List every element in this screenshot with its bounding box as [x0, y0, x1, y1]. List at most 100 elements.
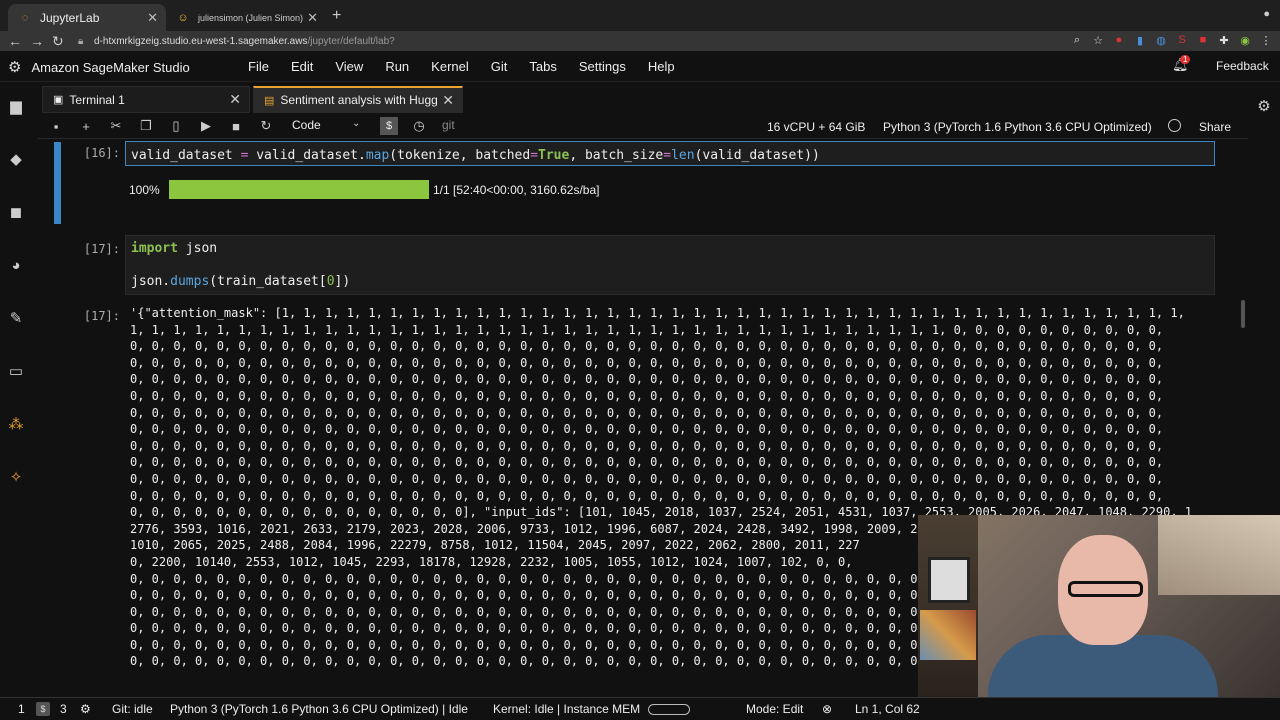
presenter-webcam: [918, 515, 1280, 697]
notebook-toolbar: ▪ + ✂ ❐ ▯ ▶ ■ ↻ Code ⌄ $ ◷ git 16 vCPU +…: [38, 113, 1248, 139]
active-cell-indicator: [54, 142, 61, 224]
cut-icon[interactable]: ✂: [107, 117, 125, 135]
kebab-menu-icon[interactable]: ⋮: [1260, 34, 1272, 47]
tab-terminal[interactable]: ▣ Terminal 1 ✕: [42, 86, 250, 113]
address-bar-row: ← → ↻ 🔒︎ d-htxmrkigzeig.studio.eu-west-1…: [0, 31, 1280, 51]
app-menubar: ⚙ Amazon SageMaker Studio File Edit View…: [0, 51, 1280, 82]
bug-icon[interactable]: ⊗: [822, 702, 832, 716]
browser-tab-title: JupyterLab: [40, 10, 100, 25]
profile-icon[interactable]: ◉: [1239, 34, 1251, 47]
folder-icon[interactable]: ▆: [6, 96, 26, 116]
kernel-status[interactable]: Python 3 (PyTorch 1.6 Python 3.6 CPU Opt…: [170, 702, 468, 716]
close-icon[interactable]: ✕: [229, 91, 241, 108]
tab-label: Terminal 1: [69, 92, 125, 107]
kernel-name[interactable]: Python 3 (PyTorch 1.6 Python 3.6 CPU Opt…: [883, 120, 1152, 134]
progress-status: 1/1 [52:40<00:00, 3160.62s/ba]: [433, 183, 600, 197]
extension-blue-icon[interactable]: ▮: [1134, 34, 1146, 47]
kernel-memory-status: Kernel: Idle | Instance MEM: [493, 702, 641, 716]
components-icon[interactable]: ⁂: [6, 414, 26, 434]
wrench-icon[interactable]: ✎: [6, 308, 26, 328]
close-icon[interactable]: ✕: [442, 92, 454, 109]
code-cell-17[interactable]: import json json.dumps(train_dataset[0]): [125, 235, 1215, 295]
menu-help[interactable]: Help: [648, 59, 675, 74]
save-icon[interactable]: ▪: [47, 117, 65, 135]
settings-gear-icon[interactable]: ⚙: [1254, 96, 1274, 116]
menu-tabs[interactable]: Tabs: [529, 59, 556, 74]
add-cell-icon[interactable]: +: [77, 117, 95, 135]
document-tabs: ▣ Terminal 1 ✕ ▤ Sentiment analysis with…: [38, 84, 1248, 113]
sagemaker-logo-icon: ⚙: [8, 59, 22, 76]
terminal-launch-icon[interactable]: $: [380, 117, 398, 135]
star-icon[interactable]: ☆: [1092, 34, 1104, 47]
zoom-icon[interactable]: ⌕: [1071, 34, 1083, 46]
cell-type-select[interactable]: Code: [292, 118, 321, 132]
tab-search-icon[interactable]: ●: [1263, 8, 1270, 20]
code-cell-16[interactable]: valid_dataset = valid_dataset.map(tokeni…: [125, 141, 1215, 166]
palette-icon[interactable]: ◕: [6, 255, 26, 275]
editor-mode[interactable]: Mode: Edit: [746, 702, 803, 716]
tab-label: Sentiment analysis with Hugg: [280, 93, 438, 107]
lock-icon: 🔒︎: [78, 35, 84, 47]
run-icon[interactable]: ▶: [197, 117, 215, 135]
menu-edit[interactable]: Edit: [291, 59, 313, 74]
hugging-face-icon: ☺: [177, 11, 189, 24]
tab-notebook[interactable]: ▤ Sentiment analysis with Hugg ✕: [253, 86, 463, 113]
extension-red-icon[interactable]: ●: [1113, 34, 1125, 46]
reload-icon[interactable]: ↻: [52, 33, 64, 50]
menu-kernel[interactable]: Kernel: [431, 59, 469, 74]
restart-icon[interactable]: ↻: [257, 117, 275, 135]
status-count-kernels[interactable]: 3: [60, 702, 67, 716]
chevron-down-icon[interactable]: ⌄: [352, 118, 360, 129]
cell-prompt: [16]:: [83, 146, 120, 160]
extension-globe-icon[interactable]: ◍: [1155, 34, 1167, 47]
browser-tabstrip: ◌ JupyterLab ✕ ☺ juliensimon (Julien Sim…: [0, 0, 1280, 31]
extension-s-icon[interactable]: S: [1176, 34, 1188, 46]
git-icon[interactable]: ◆: [6, 149, 26, 169]
menu-settings[interactable]: Settings: [579, 59, 626, 74]
copy-icon[interactable]: ❐: [137, 117, 155, 135]
extension-square-icon[interactable]: ■: [1197, 34, 1209, 46]
share-button[interactable]: Share: [1199, 120, 1231, 134]
forward-icon[interactable]: →: [30, 33, 44, 49]
output-line: 0, 0, 0, 0, 0, 0, 0, 0, 0, 0, 0, 0, 0, 0…: [130, 471, 1164, 486]
tabs-icon[interactable]: ▭: [6, 361, 26, 381]
notification-badge: 1: [1180, 55, 1191, 64]
back-icon[interactable]: ←: [8, 33, 22, 49]
instance-resources[interactable]: 16 vCPU + 64 GiB: [767, 120, 865, 134]
output-line: 0, 0, 0, 0, 0, 0, 0, 0, 0, 0, 0, 0, 0, 0…: [130, 339, 1164, 354]
output-line: 0, 0, 0, 0, 0, 0, 0, 0, 0, 0, 0, 0, 0, 0…: [130, 438, 1164, 453]
git-toolbar-button[interactable]: git: [442, 118, 455, 132]
webcam-glasses: [1068, 581, 1143, 597]
url-field[interactable]: 🔒︎ d-htxmrkigzeig.studio.eu-west-1.sagem…: [78, 32, 1088, 50]
menu-run[interactable]: Run: [385, 59, 409, 74]
close-icon[interactable]: ✕: [307, 10, 318, 26]
running-terminals-icon[interactable]: ◼: [6, 202, 26, 222]
browser-tab-huggingface[interactable]: ☺ juliensimon (Julien Simon) ✕: [166, 4, 326, 31]
browser-tab-jupyterlab[interactable]: ◌ JupyterLab ✕: [8, 4, 166, 31]
experiments-icon[interactable]: ✧: [6, 467, 26, 487]
close-icon[interactable]: ✕: [147, 10, 158, 26]
notifications-bell-icon[interactable]: 🔔︎ 1: [1172, 55, 1191, 73]
puzzle-icon[interactable]: ✚: [1218, 34, 1230, 47]
url-path: /jupyter/default/lab?: [307, 35, 395, 47]
scrollbar-thumb[interactable]: [1241, 300, 1245, 328]
browser-tab-title: juliensimon (Julien Simon): [198, 12, 304, 23]
clock-icon[interactable]: ◷: [410, 117, 428, 135]
menu-view[interactable]: View: [335, 59, 363, 74]
output-line: 1, 1, 1, 1, 1, 1, 1, 1, 1, 1, 1, 1, 1, 1…: [130, 322, 1164, 337]
output-line: 0, 0, 0, 0, 0, 0, 0, 0, 0, 0, 0, 0, 0, 0…: [130, 488, 1164, 503]
feedback-link[interactable]: Feedback: [1216, 59, 1269, 73]
progress-bar-fill: [169, 180, 429, 199]
menu-git[interactable]: Git: [491, 59, 508, 74]
terminal-status-icon: $: [36, 702, 50, 716]
stop-icon[interactable]: ■: [227, 117, 245, 135]
paste-icon[interactable]: ▯: [167, 117, 185, 135]
gear-icon[interactable]: ⚙: [80, 702, 91, 716]
cursor-position[interactable]: Ln 1, Col 62: [855, 702, 920, 716]
menu-file[interactable]: File: [248, 59, 269, 74]
progress-bar: [169, 180, 429, 199]
git-status[interactable]: Git: idle: [112, 702, 153, 716]
output-line: 0, 0, 0, 0, 0, 0, 0, 0, 0, 0, 0, 0, 0, 0…: [130, 422, 1164, 437]
new-tab-button[interactable]: +: [332, 7, 341, 25]
status-count-terminals[interactable]: 1: [18, 702, 25, 716]
